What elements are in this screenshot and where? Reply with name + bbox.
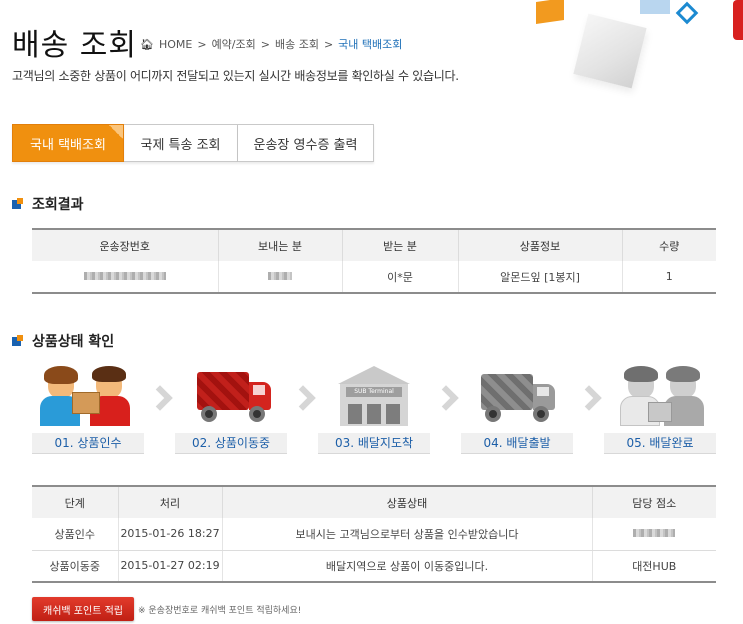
terminal-sign: SUB Terminal (346, 387, 402, 397)
tab-domestic[interactable]: 국내 택배조회 (12, 124, 124, 162)
cashbag-note: ※ 운송장번호로 캐쉬백 포인트 적립하세요! (138, 606, 302, 616)
receiver-cell: 이*문 (342, 261, 459, 294)
chevron-right-icon (149, 384, 165, 410)
grey-cube-decoration (573, 13, 647, 89)
step-label: 02. 상품이동중 (175, 433, 287, 454)
step-label: 01. 상품인수 (32, 433, 144, 454)
tracking-no-cell (32, 261, 219, 294)
step-item: 01. 상품인수 (32, 362, 144, 454)
product-cell: 알몬드잎 [1봉지] (458, 261, 623, 294)
breadcrumb-current: 국내 택배조회 (338, 38, 403, 51)
page-title: 배송 조회 (12, 28, 137, 63)
status-section-heading: 상품상태 확인 (12, 331, 114, 351)
redacted-branch (633, 529, 676, 538)
orange-cube-decoration (536, 0, 564, 24)
blue-cube-decoration (640, 0, 670, 14)
step-item: 04. 배달출발 (461, 362, 573, 454)
chevron-right-icon (292, 384, 308, 410)
col-stage: 단계 (32, 485, 119, 518)
col-tracking-no: 운송장번호 (32, 228, 219, 261)
col-product: 상품정보 (458, 228, 623, 261)
section-bullet-icon (12, 198, 24, 210)
stage-cell: 상품인수 (32, 518, 119, 551)
step-item: 02. 상품이동중 (175, 362, 287, 454)
result-section-heading: 조회결과 (12, 194, 84, 214)
branch-cell (592, 518, 716, 551)
side-banner-tab[interactable] (733, 0, 743, 40)
step-label: 03. 배달지도착 (318, 433, 430, 454)
chevron-right-icon (578, 384, 594, 410)
grey-truck-icon (461, 362, 573, 428)
terminal-building-icon: SUB Terminal (318, 362, 430, 428)
stage-cell: 상품이동중 (32, 550, 119, 583)
tab-receipt-print[interactable]: 운송장 영수증 출력 (238, 124, 374, 162)
sender-cell (218, 261, 343, 294)
step-item: 05. 배달완료 (604, 362, 716, 454)
chevron-right-icon (435, 384, 451, 410)
history-table: 단계 처리 상품상태 담당 점소 상품인수 2015-01-26 18:27 보… (32, 485, 716, 583)
quantity-cell: 1 (622, 261, 716, 294)
status-cell: 배달지역으로 상품이 이동중입니다. (222, 550, 593, 583)
step-label: 04. 배달출발 (461, 433, 573, 454)
status-cell: 보내시는 고객님으로부터 상품을 인수받았습니다 (222, 518, 593, 551)
breadcrumb-tracking[interactable]: 배송 조회 (275, 36, 319, 52)
breadcrumb-separator: > (323, 37, 334, 51)
col-branch: 담당 점소 (592, 485, 716, 518)
result-section-title: 조회결과 (32, 197, 84, 213)
cashbag-point-button[interactable]: 캐쉬백 포인트 적립 (32, 597, 134, 621)
breadcrumb-separator: > (260, 37, 270, 51)
delivered-people-icon (604, 362, 716, 428)
breadcrumb: 🏠︎ HOME > 예약/조회 > 배송 조회 > 국내 택배조회 (140, 36, 402, 52)
col-sender: 보내는 분 (218, 228, 343, 261)
col-status: 상품상태 (222, 485, 593, 518)
branch-cell: 대전HUB (592, 550, 716, 583)
col-time: 처리 (118, 485, 223, 518)
table-row: 이*문 알몬드잎 [1봉지] 1 (32, 261, 716, 294)
redacted-sender (268, 272, 292, 280)
tracking-tabs: 국내 택배조회 국제 특송 조회 운송장 영수증 출력 (12, 124, 374, 162)
handover-people-icon (32, 362, 144, 428)
delivery-steps: 01. 상품인수 02. 상품이동중 SUB Terminal 03. 배달지도… (32, 362, 716, 454)
page-subtitle: 고객님의 소중한 상품이 어디까지 전달되고 있는지 실시간 배송정보를 확인하… (12, 69, 459, 83)
step-item: SUB Terminal 03. 배달지도착 (318, 362, 430, 454)
home-icon: 🏠︎ (140, 37, 154, 51)
time-cell: 2015-01-27 02:19 (118, 550, 223, 583)
status-section-title: 상품상태 확인 (32, 334, 115, 350)
table-row: 상품이동중 2015-01-27 02:19 배달지역으로 상품이 이동중입니다… (32, 550, 716, 583)
result-table: 운송장번호 보내는 분 받는 분 상품정보 수량 이*문 알몬드잎 [1봉지] … (32, 228, 716, 294)
redacted-tracking-number (83, 272, 166, 280)
table-row: 상품인수 2015-01-26 18:27 보내시는 고객님으로부터 상품을 인… (32, 518, 716, 551)
step-label: 05. 배달완료 (604, 433, 716, 454)
tab-international[interactable]: 국제 특송 조회 (124, 124, 238, 162)
breadcrumb-separator: > (197, 37, 207, 51)
section-bullet-icon (12, 335, 24, 347)
breadcrumb-reservation[interactable]: 예약/조회 (212, 36, 256, 52)
red-truck-icon (175, 362, 287, 428)
blue-diamond-decoration (675, 1, 699, 25)
breadcrumb-home[interactable]: HOME (159, 38, 192, 51)
col-quantity: 수량 (622, 228, 716, 261)
time-cell: 2015-01-26 18:27 (118, 518, 223, 551)
col-receiver: 받는 분 (342, 228, 459, 261)
